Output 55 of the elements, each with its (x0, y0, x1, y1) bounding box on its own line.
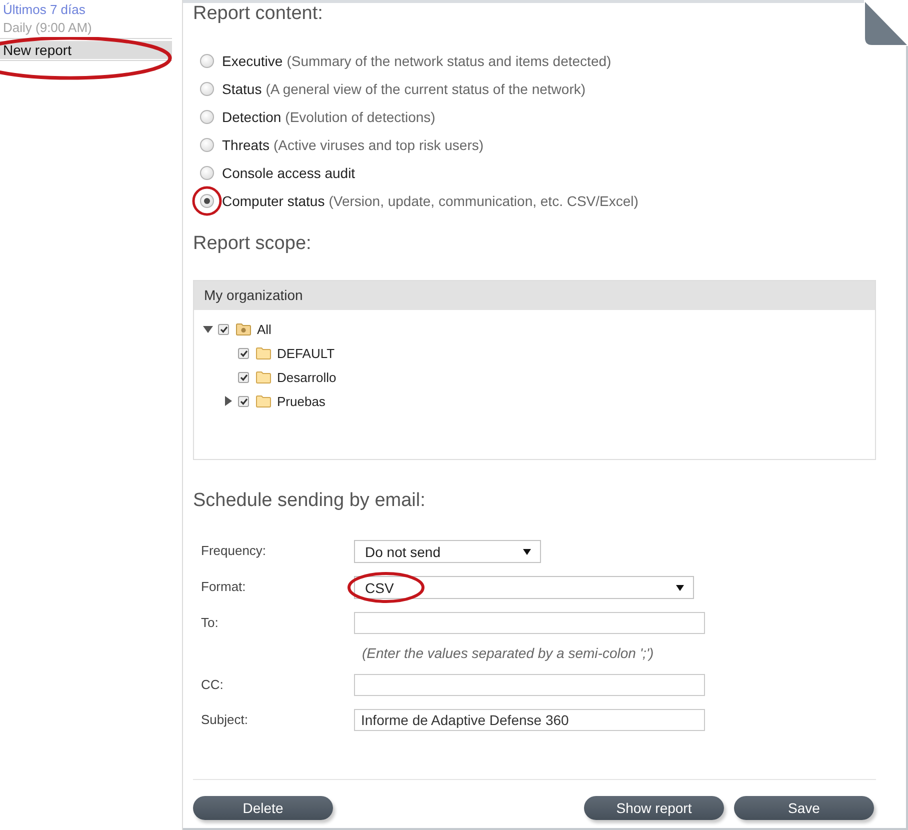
dropdown[interactable]: CSV (354, 576, 694, 599)
radio-button[interactable] (200, 54, 214, 68)
folder-icon (256, 370, 271, 384)
caret-icon (523, 548, 531, 554)
panel-header: My organization (194, 281, 875, 310)
page-curl-icon (864, 0, 908, 46)
action-button[interactable]: Save (734, 796, 874, 820)
checkbox[interactable] (238, 348, 249, 358)
action-button[interactable]: Show report (584, 796, 724, 820)
option-label: Threats (222, 137, 270, 153)
checkbox[interactable] (218, 324, 229, 334)
collapse-arrow-icon[interactable] (203, 324, 213, 334)
section-heading: Report scope: (193, 233, 312, 255)
radio-button[interactable] (200, 82, 214, 96)
schedule-text: Daily (9:00 AM) (2, 19, 93, 37)
caret-icon (676, 584, 684, 590)
tree-label[interactable]: All (257, 322, 272, 336)
option-description: (Active viruses and top risk users) (273, 137, 484, 153)
section-heading: Report content: (193, 3, 324, 25)
tree-label[interactable]: Desarrollo (277, 370, 336, 384)
tree-label[interactable]: DEFAULT (277, 346, 335, 360)
option-label: Console access audit (222, 165, 356, 181)
action-button[interactable]: Delete (193, 796, 333, 820)
section-heading: Schedule sending by email: (193, 490, 426, 512)
input-field[interactable] (354, 674, 705, 696)
option-label: Detection (222, 109, 282, 125)
checkbox[interactable] (238, 396, 249, 406)
checkbox[interactable] (238, 372, 249, 382)
option-label: Status (222, 81, 262, 97)
field-label: Format: (200, 578, 247, 596)
radio-button[interactable] (200, 138, 214, 152)
dropdown[interactable]: Do not send (354, 540, 541, 563)
sidebar-item[interactable]: New report (0, 41, 172, 59)
field-label: Frequency: (200, 542, 268, 560)
hint-text: (Enter the values separated by a semi-colon ';') (362, 645, 655, 661)
field-label: To: (200, 614, 220, 632)
tree-label[interactable]: Pruebas (277, 394, 326, 408)
option-label: Executive (222, 53, 283, 69)
radio-button[interactable] (200, 194, 214, 208)
folder-icon (236, 322, 251, 336)
option-description: (Version, update, communication, etc. CSV/Excel) (328, 193, 638, 209)
field-label: CC: (200, 676, 224, 694)
option-description: (A general view of the current status of the network) (266, 81, 586, 97)
option-description: (Summary of the network status and items detected) (286, 53, 612, 69)
option-description: (Evolution of detections) (285, 109, 436, 125)
folder-icon (256, 346, 271, 360)
radio-button[interactable] (200, 110, 214, 124)
option-label: Computer status (222, 193, 325, 209)
folder-icon (256, 394, 271, 408)
field-label: Subject: (200, 711, 249, 729)
expand-arrow-icon[interactable] (223, 396, 233, 406)
radio-button[interactable] (200, 166, 214, 180)
input-field[interactable] (354, 612, 705, 634)
input-field[interactable]: Informe de Adaptive Defense 360 (354, 709, 705, 731)
sidebar-item[interactable]: Últimos 7 días (0, 1, 172, 19)
